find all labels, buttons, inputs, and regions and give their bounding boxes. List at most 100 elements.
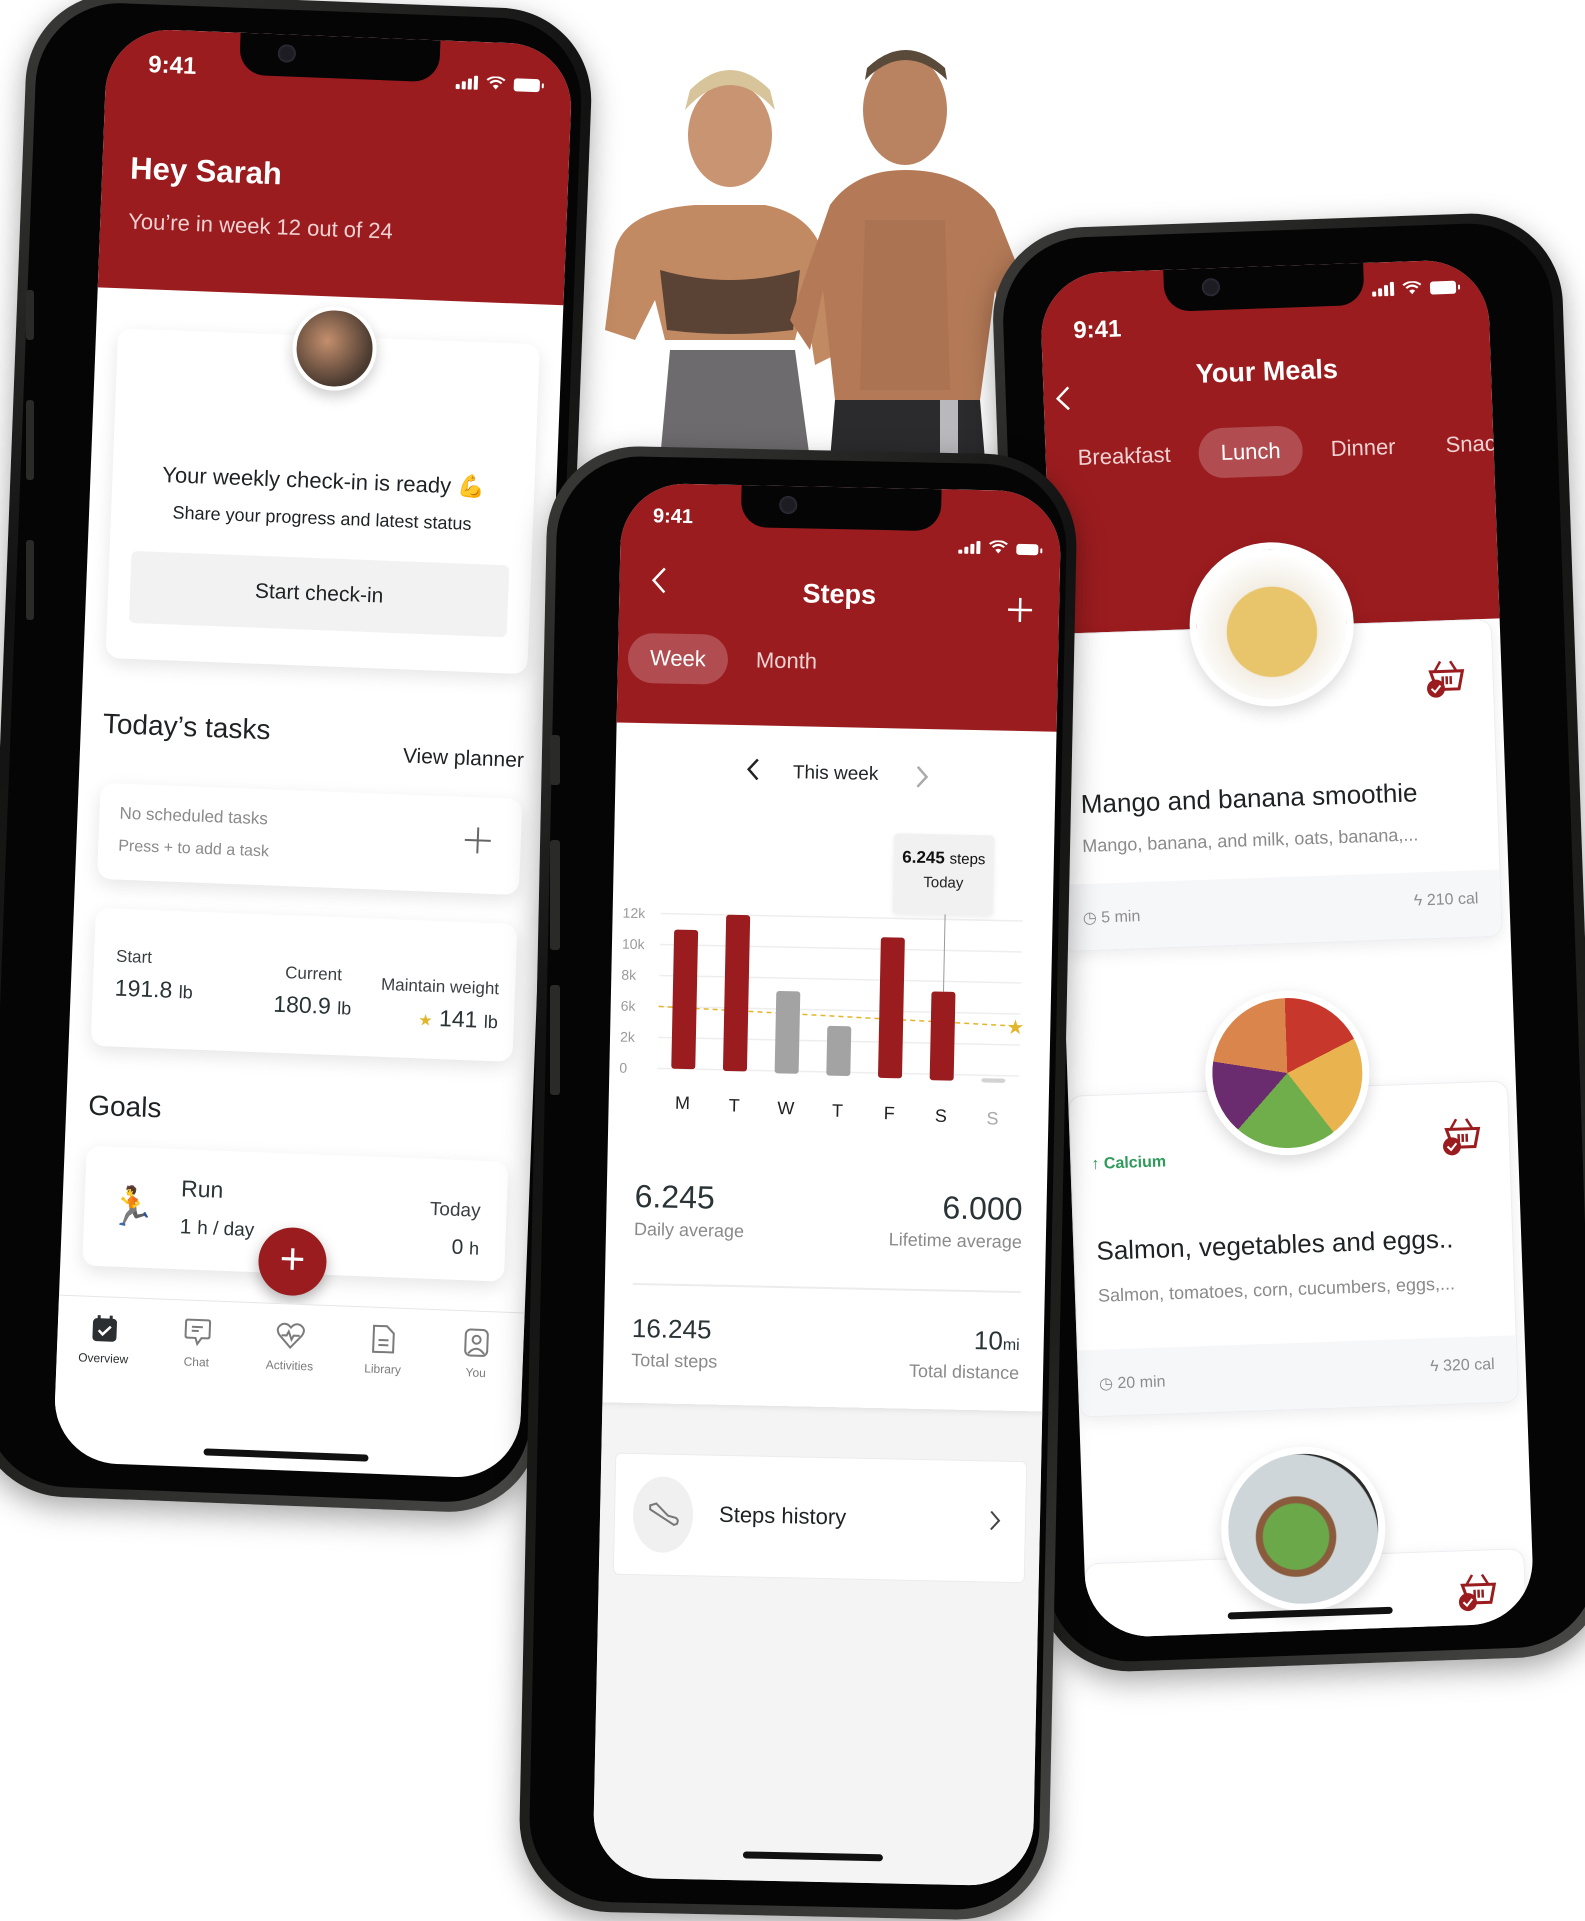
no-tasks-text: No scheduled tasks	[119, 803, 269, 829]
add-steps-button[interactable]	[1007, 597, 1034, 629]
star-icon: ★	[417, 1012, 433, 1030]
goals-heading: Goals	[87, 1089, 163, 1124]
weight-goal: Maintain weight ★ 141 lb	[379, 974, 500, 1034]
meal-calories: 320 cal	[1442, 1356, 1495, 1375]
start-checkin-button[interactable]: Start check-in	[128, 550, 510, 638]
wifi-icon	[486, 76, 506, 90]
overview-screen: 9:41 Hey Sarah You’re in week 12 out of …	[52, 27, 574, 1480]
lightning-icon: ϟ	[1429, 1357, 1439, 1376]
y-tick-label: 12k	[622, 905, 646, 921]
document-icon	[372, 1324, 395, 1354]
view-planner-link[interactable]: View planner	[402, 744, 524, 773]
tab-library[interactable]: Library	[342, 1323, 424, 1378]
battery-icon	[513, 78, 541, 93]
tooltip-connector	[942, 914, 946, 992]
meal-time: 5 min	[1100, 908, 1141, 927]
clock-icon: ◷	[1098, 1375, 1114, 1393]
notch	[740, 485, 942, 532]
volume-button	[26, 540, 34, 620]
meal-footer: ◷ 20 min ϟ 320 cal	[1077, 1335, 1518, 1417]
add-task-button[interactable]	[462, 825, 493, 856]
stat-lifetime-average: 6.000 Lifetime average	[889, 1188, 1023, 1253]
stat-label: Lifetime average	[888, 1229, 1023, 1253]
goal-line	[658, 1005, 1011, 1027]
battery-icon	[1016, 543, 1039, 556]
period-label: This week	[792, 762, 879, 785]
tab-activities[interactable]: Activities	[249, 1319, 331, 1374]
status-time: 9:41	[652, 505, 694, 529]
chevron-left-icon	[746, 758, 759, 781]
tab-you[interactable]: You	[435, 1326, 517, 1381]
bar	[981, 1078, 1006, 1083]
y-tick-label: 8k	[621, 967, 637, 983]
chevron-right-icon	[990, 1510, 1001, 1531]
meal-ingredients: Salmon, tomatoes, corn, cucumbers, eggs,…	[1097, 1273, 1456, 1306]
arrow-up-icon: ↑	[1091, 1155, 1100, 1173]
goal-today-unit: h	[468, 1238, 480, 1259]
bar	[826, 1025, 852, 1077]
tab-label: Activities	[265, 1357, 314, 1374]
tab-dinner[interactable]: Dinner	[1308, 421, 1418, 475]
weight-label: Current	[284, 963, 343, 985]
bottom-tab-bar: Overview Chat Activities Library You	[54, 1294, 525, 1440]
tab-chat[interactable]: Chat	[156, 1315, 238, 1370]
bar	[929, 991, 956, 1081]
meal-card[interactable]	[1084, 1443, 1532, 1639]
x-tick-label: S	[986, 1108, 998, 1128]
signal-icon	[455, 75, 479, 90]
x-tick-label: T	[832, 1101, 843, 1121]
tab-overview[interactable]: Overview	[63, 1312, 145, 1367]
tab-lunch[interactable]: Lunch	[1197, 425, 1304, 479]
basket-check-icon[interactable]	[1440, 1112, 1486, 1158]
meal-card[interactable]: ↑ Calcium Salmon, vegetables and eggs.. …	[1068, 988, 1519, 1418]
divider	[632, 1282, 1021, 1294]
status-time: 9:41	[1072, 315, 1122, 345]
volume-button	[26, 290, 34, 340]
tooltip-unit: steps	[949, 850, 986, 869]
y-tick-label: 6k	[621, 998, 637, 1014]
chevron-right-icon	[916, 765, 929, 788]
stat-daily-average: 6.245 Daily average	[634, 1178, 745, 1242]
tab-label: Chat	[183, 1354, 210, 1370]
meal-name: Salmon, vegetables and eggs..	[1095, 1223, 1454, 1266]
basket-check-icon[interactable]	[1424, 655, 1470, 701]
home-indicator	[203, 1448, 369, 1462]
x-tick-label: T	[728, 1095, 739, 1115]
meal-image-salad	[1218, 1443, 1389, 1614]
meals-screen: 9:41 Your Meals Breakfast Lunch Dinner S…	[1039, 258, 1535, 1639]
tasks-heading: Today’s tasks	[102, 707, 272, 746]
prev-period-button[interactable]	[745, 757, 760, 786]
stat-total-steps: 16.245 Total steps	[631, 1313, 718, 1373]
gridline	[659, 974, 1022, 984]
weight-label: Maintain weight	[380, 974, 500, 999]
checkin-subtitle: Share your progress and latest status	[172, 502, 472, 534]
volume-button	[550, 840, 560, 950]
notch	[1163, 262, 1365, 312]
meal-ingredients: Mango, banana, and milk, oats, banana,..…	[1081, 824, 1419, 857]
tooltip-label: Today	[923, 873, 964, 892]
weight-unit: lb	[483, 1011, 499, 1033]
meal-name: Mango and banana smoothie	[1080, 777, 1418, 820]
weight-value: 191.8	[114, 974, 173, 1003]
x-tick-label: W	[777, 1098, 794, 1118]
stat-value: 16.245	[631, 1312, 712, 1345]
stat-value: 6.245	[634, 1177, 716, 1216]
segment-month[interactable]: Month	[733, 635, 839, 687]
meal-footer: ◷ 5 min ϟ 210 cal	[1061, 869, 1502, 951]
meal-card[interactable]: Mango and banana smoothie Mango, banana,…	[1051, 539, 1503, 952]
y-tick-label: 2k	[620, 1029, 636, 1045]
steps-history-row[interactable]: Steps history	[612, 1452, 1028, 1584]
goal-today-label: Today	[429, 1198, 481, 1222]
stat-label: Total steps	[631, 1349, 718, 1372]
fitness-models-photo	[565, 20, 1065, 460]
tab-breakfast[interactable]: Breakfast	[1055, 429, 1194, 484]
battery-icon	[1429, 280, 1457, 295]
meal-time: 20 min	[1117, 1373, 1166, 1393]
gridline	[659, 943, 1022, 953]
tooltip-value: 6.245	[902, 847, 946, 868]
stat-total-distance: 10mi Total distance	[909, 1324, 1020, 1384]
y-tick-label: 10k	[622, 936, 646, 952]
next-period-button[interactable]	[915, 765, 930, 794]
basket-check-icon[interactable]	[1456, 1568, 1502, 1614]
segment-week[interactable]: Week	[627, 632, 729, 685]
